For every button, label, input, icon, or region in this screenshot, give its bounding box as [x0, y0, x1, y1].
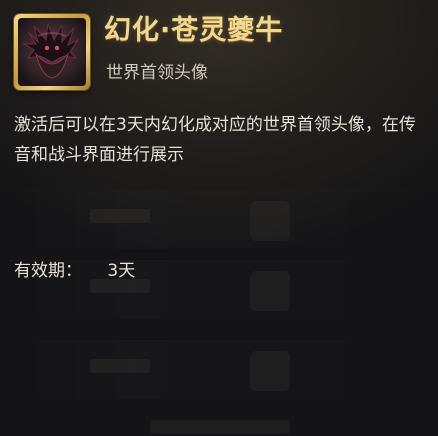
- item-duration: 有效期： 3天: [14, 258, 135, 284]
- world-boss-avatar-icon: [18, 18, 86, 86]
- item-title: 幻化·苍灵夔牛: [104, 15, 284, 46]
- ghost-footer: [150, 420, 290, 434]
- item-subtitle: 世界首领头像: [106, 63, 208, 83]
- background-ui-ghost: [0, 190, 438, 436]
- ghost-icon: [250, 271, 290, 311]
- duration-value: 3天: [107, 261, 136, 281]
- ghost-text: [90, 359, 150, 373]
- item-tooltip: 幻化·苍灵夔牛 世界首领头像 激活后可以在3天内幻化成对应的世界首领头像，在传音…: [0, 0, 438, 436]
- ghost-row: [0, 340, 438, 399]
- ghost-text: [90, 209, 150, 223]
- ghost-icon: [250, 201, 290, 241]
- ghost-icon: [250, 351, 290, 391]
- item-icon-frame: [14, 14, 90, 90]
- ghost-row: [0, 190, 438, 249]
- item-description: 激活后可以在3天内幻化成对应的世界首领头像，在传音和战斗界面进行展示: [14, 115, 416, 165]
- duration-label: 有效期：: [14, 261, 82, 281]
